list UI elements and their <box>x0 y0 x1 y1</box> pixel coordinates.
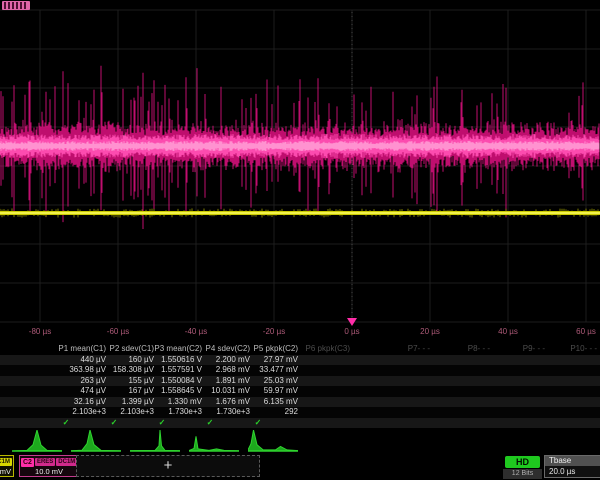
histicon <box>248 430 298 453</box>
measure-value-cell: 263 µV <box>16 376 106 386</box>
measure-value-cell: 25.03 mV <box>242 376 298 386</box>
measure-status-check: ✓ <box>200 418 220 428</box>
measure-header-cell[interactable]: P1 mean(C1) <box>16 344 106 354</box>
resolution-chip: 12 Bits <box>503 469 542 479</box>
measure-header-cell[interactable]: P5 pkpk(C2) <box>242 344 298 354</box>
measure-value-cell: 6.135 mV <box>242 397 298 407</box>
measure-value-cell: 474 µV <box>16 386 106 396</box>
c2-channel-label: C2 <box>21 458 34 467</box>
trace-annotation-badge <box>2 1 30 10</box>
measure-value-cell: 27.97 mV <box>242 355 298 365</box>
c2-coupling-badge: DC1M <box>56 458 77 466</box>
measure-value-cell: 292 <box>242 407 298 417</box>
measure-status-check: ✓ <box>104 418 124 428</box>
c1-coupling-badge: DC1M <box>0 458 12 466</box>
time-tick-label: -60 µs <box>90 327 146 336</box>
time-tick-label: 40 µs <box>480 327 536 336</box>
timebase-panel[interactable]: Tbase 20.0 µs <box>544 455 600 478</box>
add-trace-button[interactable]: + <box>76 455 260 477</box>
measure-header-cell[interactable]: P9- - - <box>489 344 545 354</box>
measure-value-cell: 2.103e+3 <box>16 407 106 417</box>
measure-status-check: ✓ <box>248 418 268 428</box>
time-tick-label: 0 µs <box>324 327 380 336</box>
c2-badge-row: C2 ERES DC1M <box>20 456 78 467</box>
histicon <box>12 430 62 453</box>
measure-value-cell: 363.98 µV <box>16 365 106 375</box>
measure-value-cell: 59.97 mV <box>242 386 298 396</box>
measure-value-cell: 32.16 µV <box>16 397 106 407</box>
histicon <box>130 430 180 453</box>
histicon <box>189 430 239 453</box>
oscilloscope-screen: -100 µs-80 µs-60 µs-40 µs-20 µs0 µs20 µs… <box>0 0 600 480</box>
table-row-stripe <box>0 418 600 429</box>
c2-scale-value: 10.0 mV <box>20 467 78 477</box>
time-tick-label: -80 µs <box>12 327 68 336</box>
time-tick-label: 60 µs <box>558 327 600 336</box>
channel-descriptor-c2[interactable]: C2 ERES DC1M 10.0 mV <box>19 455 79 477</box>
channel-descriptor-c1[interactable]: DC1M 10.0 mV <box>0 455 14 477</box>
measure-value-cell: 440 µV <box>16 355 106 365</box>
measure-status-check: ✓ <box>152 418 172 428</box>
measure-header-cell[interactable]: P10- - - <box>541 344 597 354</box>
measure-header-cell[interactable]: P6 pkpk(C3) <box>294 344 350 354</box>
c1-badge-row: DC1M <box>0 456 13 467</box>
c1-scale-value: 10.0 mV <box>0 467 13 477</box>
hd-mode-badge[interactable]: HD <box>505 456 540 468</box>
plus-icon: + <box>164 457 173 474</box>
timebase-value: 20.0 µs <box>545 466 600 477</box>
c2-eres-badge: ERES <box>35 458 55 466</box>
histicon <box>71 430 121 453</box>
measure-value-cell: 33.477 mV <box>242 365 298 375</box>
measure-header-cell[interactable]: P8- - - <box>434 344 490 354</box>
measure-header-cell[interactable]: P7- - - <box>374 344 430 354</box>
time-tick-label: -20 µs <box>246 327 302 336</box>
time-tick-label: -40 µs <box>168 327 224 336</box>
time-tick-label: 20 µs <box>402 327 458 336</box>
measure-status-check: ✓ <box>56 418 76 428</box>
timebase-title: Tbase <box>545 456 600 466</box>
